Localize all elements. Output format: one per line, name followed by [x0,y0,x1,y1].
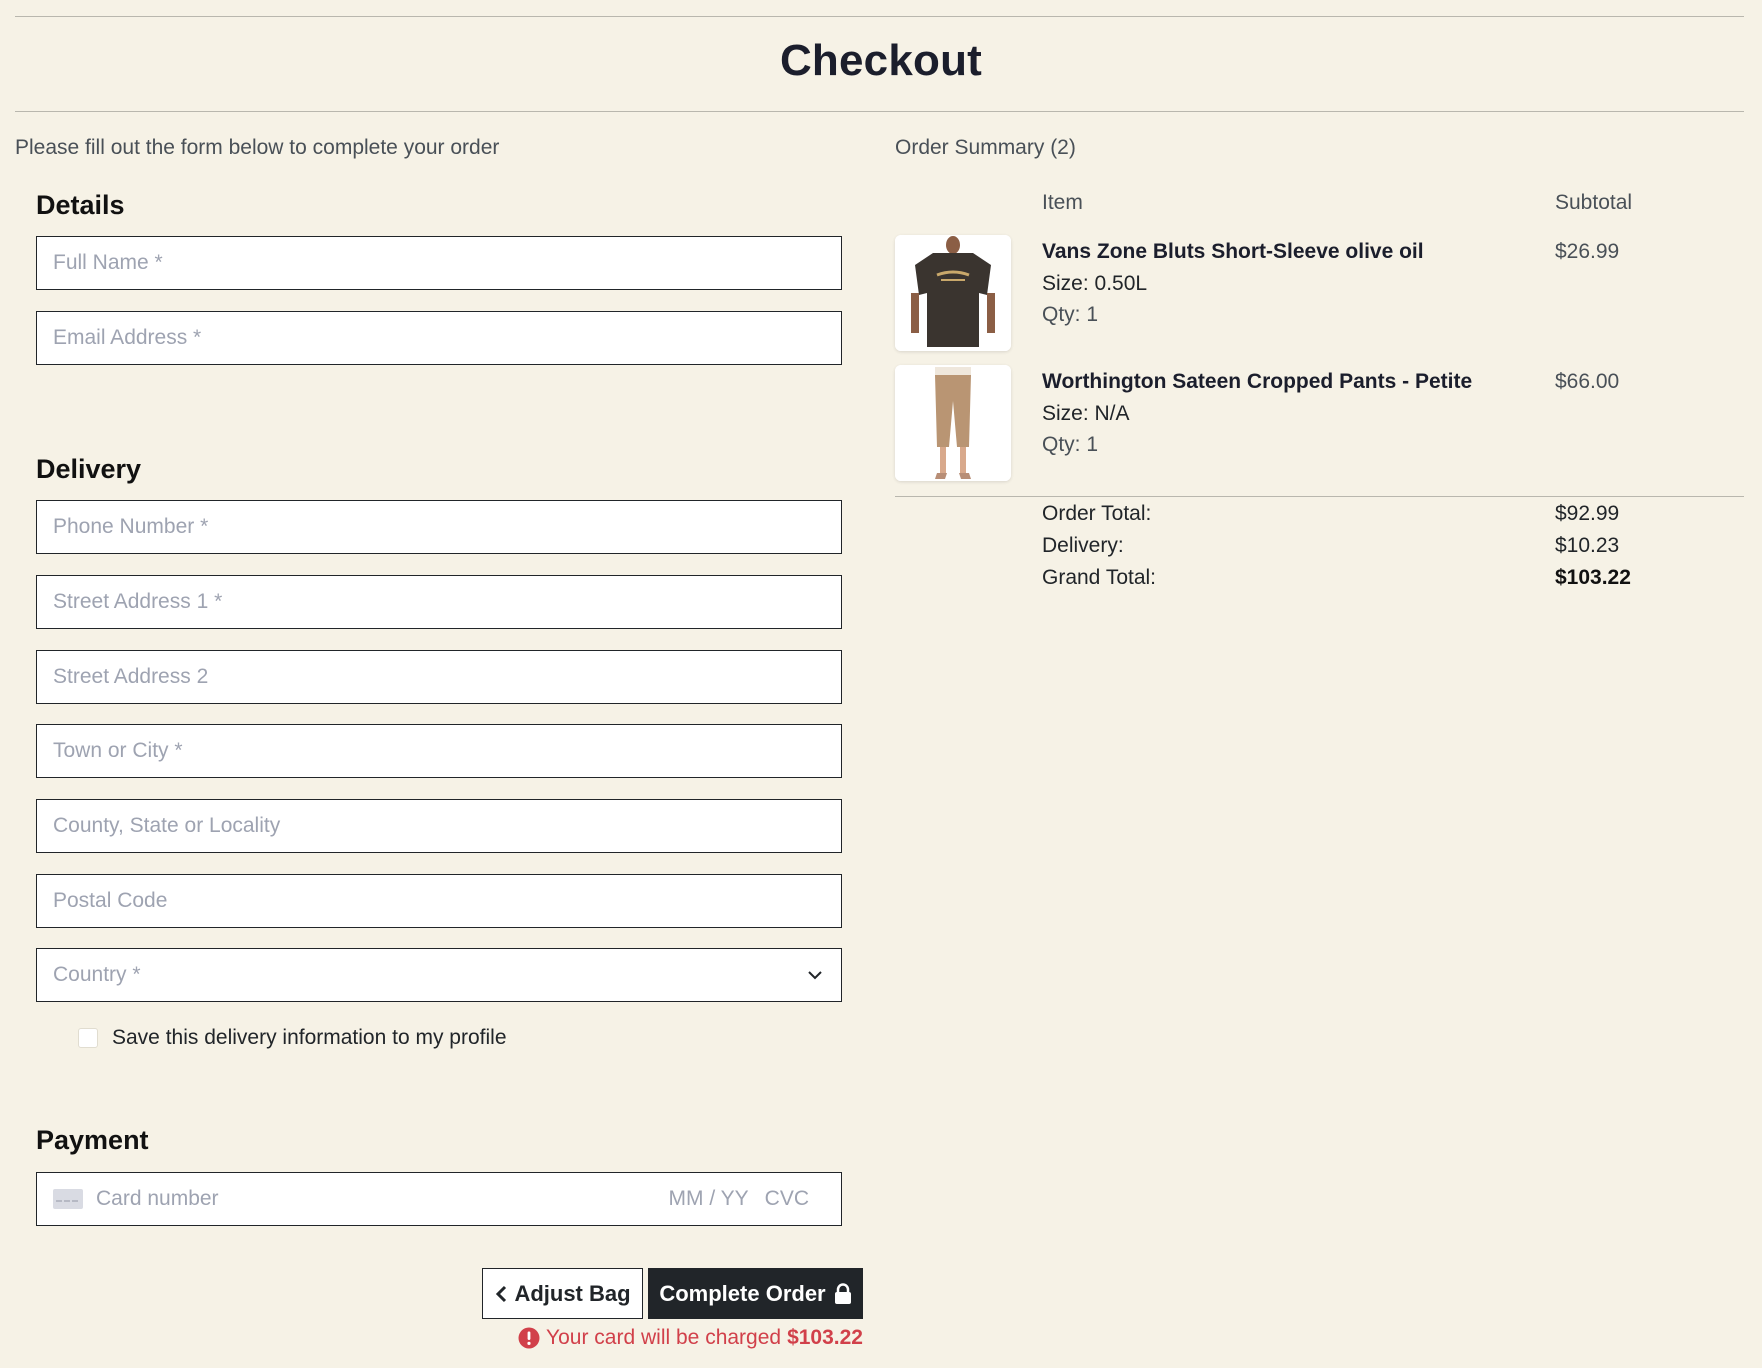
item-name[interactable]: Vans Zone Bluts Short-Sleeve olive oil [1042,240,1424,264]
delivery-cost-value: $10.23 [1555,534,1620,557]
country-select[interactable]: Country * [36,948,842,1002]
save-delivery-row[interactable]: Save this delivery information to my pro… [78,1026,507,1050]
full-name-input[interactable] [36,236,842,290]
phone-input[interactable] [36,500,842,554]
charge-amount: $103.22 [787,1326,863,1349]
chevron-down-icon [808,971,822,980]
adjust-bag-label: Adjust Bag [514,1280,631,1306]
product-image-pants[interactable] [895,365,1011,481]
column-header-subtotal: Subtotal [1555,191,1633,214]
charge-notice-text: Your card will be charged [546,1326,782,1349]
item-price: $26.99 [1555,240,1620,263]
payment-heading: Payment [36,1125,149,1155]
street-address-2-input[interactable] [36,650,842,704]
column-header-item: Item [1042,191,1083,214]
order-total-value: $92.99 [1555,502,1620,525]
complete-order-label: Complete Order [659,1280,826,1306]
item-qty: Qty: 1 [1042,303,1099,326]
order-total-label: Order Total: [1042,502,1152,525]
item-price: $66.00 [1555,370,1620,393]
page-title: Checkout [779,36,983,85]
item-size: Size: N/A [1042,402,1130,425]
county-input[interactable] [36,799,842,853]
postal-code-input[interactable] [36,874,842,928]
title-divider [15,111,1744,112]
complete-order-button[interactable]: Complete Order [648,1268,863,1319]
top-divider [15,16,1744,17]
street-address-1-input[interactable] [36,575,842,629]
details-heading: Details [36,190,125,220]
item-name[interactable]: Worthington Sateen Cropped Pants - Petit… [1042,370,1472,394]
product-image-tshirt[interactable] [895,235,1011,351]
card-expiry-placeholder: MM / YY [668,1187,749,1210]
chevron-left-icon [496,1285,507,1302]
card-input[interactable]: Card number MM / YY CVC [36,1172,842,1226]
form-intro: Please fill out the form below to comple… [15,136,500,159]
charge-notice: Your card will be charged $103.22 [518,1326,863,1350]
save-delivery-label: Save this delivery information to my pro… [112,1026,507,1049]
town-input[interactable] [36,724,842,778]
grand-total-value: $103.22 [1555,566,1631,589]
lock-icon [834,1282,851,1304]
delivery-cost-label: Delivery: [1042,534,1124,557]
save-delivery-checkbox[interactable] [78,1028,98,1048]
order-summary-title: Order Summary (2) [895,136,1076,159]
item-size: Size: 0.50L [1042,272,1148,295]
credit-card-icon [53,1189,83,1209]
card-cvc-placeholder: CVC [764,1187,809,1210]
item-qty: Qty: 1 [1042,433,1099,456]
card-number-placeholder: Card number [96,1187,219,1210]
alert-icon [518,1327,540,1349]
email-input[interactable] [36,311,842,365]
adjust-bag-button[interactable]: Adjust Bag [482,1268,643,1319]
delivery-heading: Delivery [36,454,142,484]
summary-divider [895,496,1744,497]
grand-total-label: Grand Total: [1042,566,1157,589]
country-select-value: Country * [53,963,141,986]
